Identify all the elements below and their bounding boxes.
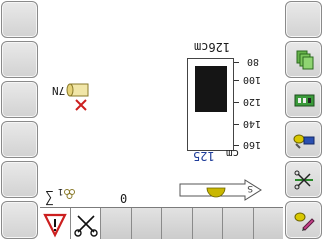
- bottom-softkey-bar: [40, 207, 283, 239]
- sum-index: 1: [58, 186, 64, 196]
- side-label: 7N: [52, 84, 66, 97]
- bottom-softkey-6[interactable]: [192, 208, 223, 239]
- right-softkey-5[interactable]: [285, 161, 322, 198]
- scale-tick: [234, 62, 239, 63]
- warning-triangle-icon: [43, 213, 67, 238]
- scissors-softkey[interactable]: [70, 208, 101, 239]
- right-softkey-4[interactable]: [285, 121, 322, 158]
- scale-label-80: 80: [247, 56, 260, 67]
- cut-section-icon: [294, 170, 313, 190]
- circuit-board-icon: [294, 94, 315, 107]
- left-softkey-1[interactable]: [1, 1, 38, 38]
- scale-tick: [234, 124, 239, 125]
- bottom-softkey-8[interactable]: [253, 208, 283, 239]
- cut-marker-icon: [75, 99, 87, 111]
- paint-edit-icon: [294, 212, 315, 231]
- stacked-pages-icon: [296, 50, 314, 70]
- gauge-bottom-value: 125: [193, 149, 215, 163]
- gauge-fill: [195, 66, 227, 112]
- scale-label-140: 140: [243, 118, 262, 129]
- bottom-softkey-4[interactable]: [131, 208, 162, 239]
- right-softkey-3[interactable]: [285, 81, 322, 118]
- paint-bucket-icon: [293, 134, 315, 149]
- bottom-softkey-5[interactable]: [162, 208, 193, 239]
- scissors-icon: [73, 215, 98, 237]
- seed-cluster-icon: [64, 189, 75, 199]
- gauge-bottom-unit: cm: [226, 147, 240, 160]
- left-softkey-3[interactable]: [1, 81, 38, 118]
- scale-tick: [234, 80, 239, 81]
- right-softkey-6[interactable]: [285, 201, 322, 239]
- scale-tick: [234, 102, 239, 103]
- left-softkey-2[interactable]: [1, 41, 38, 78]
- right-softkey-1[interactable]: [285, 1, 322, 38]
- scale-label-120: 120: [243, 96, 262, 107]
- height-gauge: [187, 58, 234, 151]
- scale-label-160: 160: [243, 139, 262, 150]
- counter-value: 0: [120, 192, 128, 206]
- bottom-softkey-7[interactable]: [223, 208, 254, 239]
- left-softkey-5[interactable]: [1, 161, 38, 198]
- svg-text:S: S: [247, 183, 253, 193]
- sum-symbol: ∑: [45, 188, 55, 206]
- bottom-softkey-3[interactable]: [101, 208, 132, 239]
- right-softkey-2[interactable]: [285, 41, 322, 78]
- roll-icon: [66, 83, 89, 97]
- left-softkey-4[interactable]: [1, 121, 38, 158]
- left-softkey-6[interactable]: [1, 201, 38, 239]
- gauge-top-value: 126cm: [194, 40, 231, 54]
- scale-tick: [234, 145, 239, 146]
- scale-label-100: 100: [243, 74, 262, 85]
- warning-softkey[interactable]: [40, 208, 71, 239]
- feed-arrow-icon: S: [179, 179, 262, 201]
